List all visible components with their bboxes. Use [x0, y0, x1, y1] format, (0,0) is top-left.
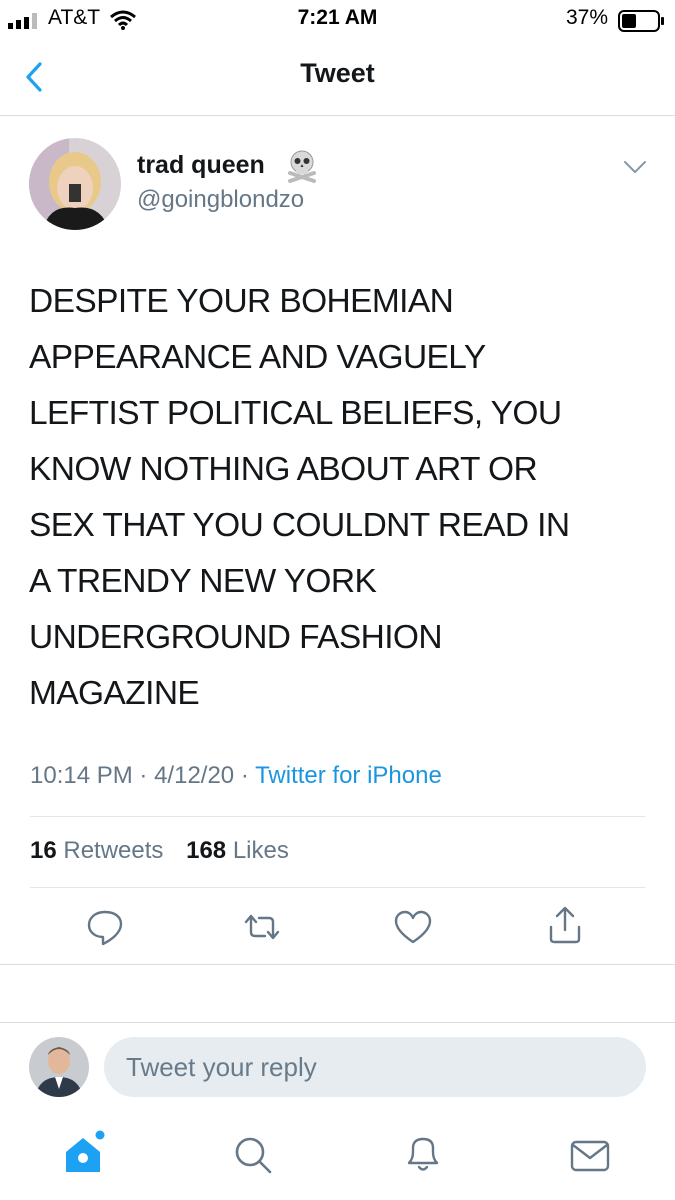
battery-percent: 37%	[566, 6, 609, 29]
tweet-line: KNOW NOTHING ABOUT ART OR	[29, 451, 538, 488]
page-title: Tweet	[300, 58, 375, 88]
header-divider	[0, 115, 675, 116]
tweet-time: 10:14 PM	[30, 762, 133, 789]
meta-separator: ·	[240, 762, 249, 789]
user-avatar[interactable]	[29, 1037, 89, 1097]
tweet-line: UNDERGROUND FASHION	[29, 619, 443, 656]
retweet-icon[interactable]	[240, 905, 284, 949]
skull-crossbones-icon	[288, 150, 316, 183]
tweet-meta: 10:14 PM · 4/12/20 · Twitter for iPhone	[30, 762, 442, 790]
tweet-text: DESPITE YOUR BOHEMIAN APPEARANCE AND VAG…	[29, 274, 649, 722]
messages-icon[interactable]	[567, 1133, 613, 1179]
composer-divider	[0, 1022, 675, 1023]
meta-divider	[30, 816, 645, 817]
search-icon[interactable]	[230, 1132, 276, 1178]
tweet-line: A TRENDY NEW YORK	[29, 563, 377, 600]
battery-icon	[618, 10, 664, 32]
author-avatar[interactable]	[29, 138, 121, 230]
tweet-date: 4/12/20	[154, 762, 235, 789]
chevron-down-icon[interactable]	[622, 158, 648, 176]
reply-input[interactable]	[104, 1037, 646, 1097]
author-handle[interactable]: @goingblondzo	[137, 186, 304, 214]
retweets-label: Retweets	[63, 837, 164, 864]
meta-separator: ·	[139, 762, 148, 789]
tweet-line: LEFTIST POLITICAL BELIEFS, YOU	[29, 395, 562, 432]
tweet-line: APPEARANCE AND VAGUELY	[29, 339, 486, 376]
tweet-line: SEX THAT YOU COULDNT READ IN	[29, 507, 570, 544]
likes-stat[interactable]: 168 Likes	[186, 837, 289, 864]
reply-icon[interactable]	[83, 905, 127, 949]
notifications-icon[interactable]	[400, 1130, 446, 1176]
actions-divider	[0, 964, 675, 965]
home-icon[interactable]	[62, 1130, 108, 1176]
share-icon[interactable]	[543, 903, 587, 947]
likes-count: 168	[186, 837, 227, 864]
like-icon[interactable]	[391, 905, 435, 949]
tweet-source-link[interactable]: Twitter for iPhone	[255, 762, 442, 789]
likes-label: Likes	[232, 837, 289, 864]
tweet-line: MAGAZINE	[29, 675, 200, 712]
retweets-stat[interactable]: 16 Retweets	[30, 837, 163, 864]
stats-divider	[30, 887, 645, 888]
tweet-line: DESPITE YOUR BOHEMIAN	[29, 283, 454, 320]
status-bar: AT&T 7:21 AM 37%	[0, 0, 675, 38]
author-name[interactable]: trad queen	[137, 151, 265, 180]
tweet-stats: 16 Retweets 168 Likes	[30, 837, 289, 865]
retweets-count: 16	[30, 837, 57, 864]
